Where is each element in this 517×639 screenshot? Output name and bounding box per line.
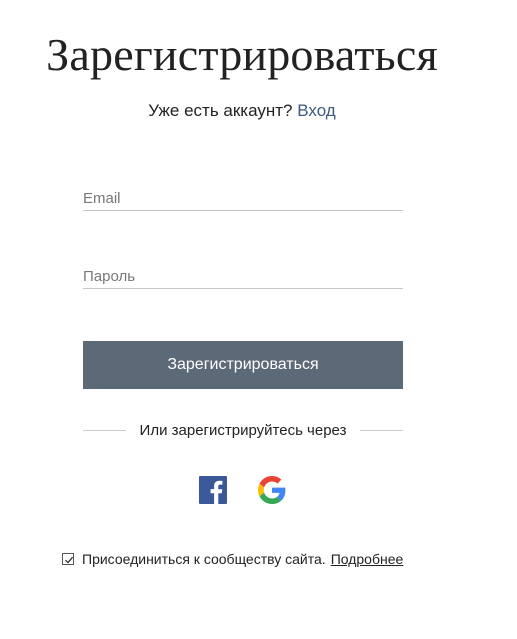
- email-field[interactable]: [83, 188, 403, 208]
- login-link[interactable]: Вход: [297, 101, 335, 120]
- divider-line-right: [360, 429, 403, 431]
- more-info-link[interactable]: Подробнее: [331, 551, 404, 567]
- page-title: Зарегистрироваться: [46, 29, 438, 80]
- password-field-container: [83, 266, 403, 289]
- email-field-container: [83, 188, 403, 211]
- password-field[interactable]: [83, 266, 403, 286]
- social-divider-text: Или зарегистрируйтесь через: [139, 421, 347, 439]
- community-checkbox[interactable]: [62, 553, 74, 565]
- google-icon[interactable]: [258, 476, 286, 504]
- login-prompt: Уже есть аккаунт? Вход: [0, 101, 484, 121]
- checkmark-icon: [65, 556, 74, 564]
- social-login-buttons: [199, 476, 286, 504]
- divider-line-left: [83, 429, 126, 431]
- community-consent: Присоединиться к сообществу сайта. Подро…: [62, 551, 403, 567]
- consent-text: Присоединиться к сообществу сайта.: [82, 551, 326, 567]
- login-prompt-text: Уже есть аккаунт?: [148, 101, 293, 120]
- signup-button[interactable]: Зарегистрироваться: [83, 341, 403, 389]
- social-divider: Или зарегистрируйтесь через: [83, 420, 403, 440]
- facebook-icon[interactable]: [199, 476, 227, 504]
